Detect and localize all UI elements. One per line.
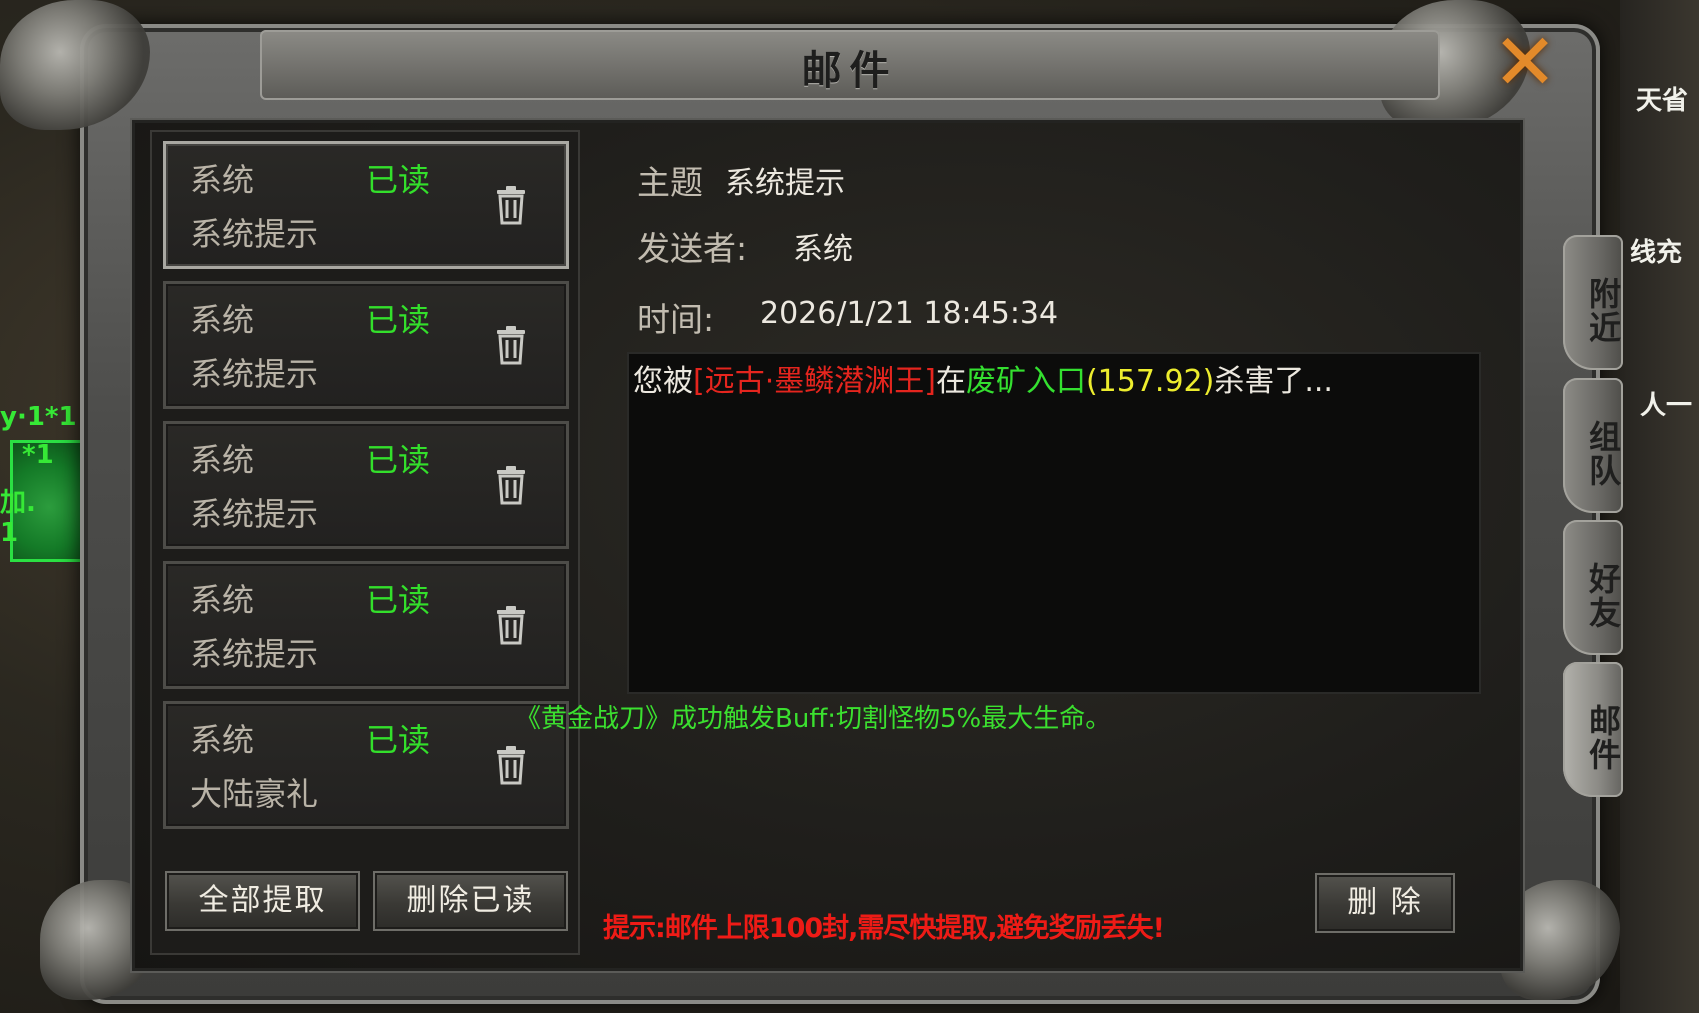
- trash-icon[interactable]: [494, 465, 528, 505]
- time-value: 2026/1/21 18:45:34: [760, 296, 1059, 331]
- hud-left-label-4: 1: [0, 518, 19, 548]
- mail-list-item[interactable]: 系统 已读 系统提示: [163, 281, 569, 409]
- mail-limit-hint: 提示:邮件上限100封,需尽快提取,避免奖励丢失!: [603, 913, 1165, 944]
- mail-read-status: 已读: [366, 301, 431, 339]
- hud-left-label-3: 加.: [0, 488, 36, 518]
- mail-subject: 大陆豪礼: [190, 775, 319, 813]
- hud-right-label-2: 线充: [1630, 238, 1683, 268]
- mail-sender: 系统: [190, 581, 255, 619]
- mail-list-item[interactable]: 系统 已读 系统提示: [163, 421, 569, 549]
- hud-left-label-1: y·1*1: [0, 402, 77, 432]
- mail-read-status: 已读: [366, 721, 431, 759]
- mail-sender: 系统: [190, 721, 255, 759]
- trash-icon[interactable]: [494, 325, 528, 365]
- message-suffix: 杀害了...: [1214, 364, 1333, 399]
- mail-body-message: 您被[远古·墨鳞潜渊王]在废矿入口(157.92)杀害了...: [633, 356, 1333, 400]
- mail-list-item[interactable]: 系统 已读 系统提示: [163, 141, 569, 269]
- hud-left-label-2: *1: [22, 440, 54, 470]
- tab-mail[interactable]: 邮件: [1563, 662, 1623, 797]
- mail-sender: 系统: [190, 441, 255, 479]
- message-mid: 在: [935, 364, 966, 399]
- trash-icon[interactable]: [494, 745, 528, 785]
- mail-subject: 系统提示: [190, 495, 319, 533]
- message-killer[interactable]: [远古·墨鳞潜渊王]: [693, 364, 936, 399]
- mail-sender: 系统: [190, 161, 255, 199]
- mail-body-box: [627, 352, 1481, 694]
- message-location[interactable]: 废矿入口: [966, 364, 1086, 399]
- close-icon[interactable]: ✕: [1490, 24, 1560, 102]
- message-prefix: 您被: [633, 364, 693, 399]
- buff-notice: 《黄金战刀》成功触发Buff:切割怪物5%最大生命。: [515, 704, 1112, 734]
- tab-friends[interactable]: 好友: [1563, 520, 1623, 655]
- subject-label: 主题: [637, 163, 703, 202]
- tab-nearby[interactable]: 附近: [1563, 235, 1623, 370]
- mail-subject: 系统提示: [190, 635, 319, 673]
- mail-subject: 系统提示: [190, 355, 319, 393]
- tab-team[interactable]: 组队: [1563, 378, 1623, 513]
- sender-label: 发送者:: [637, 229, 748, 268]
- mail-read-status: 已读: [366, 161, 431, 199]
- subject-value: 系统提示: [725, 166, 845, 201]
- mail-read-status: 已读: [366, 581, 431, 619]
- hud-right-label-3: 人一: [1640, 391, 1693, 421]
- message-coords[interactable]: (157.92): [1086, 364, 1214, 399]
- time-label: 时间:: [637, 300, 715, 339]
- sender-value: 系统: [793, 232, 853, 267]
- window-title: 邮件: [801, 47, 898, 94]
- mail-read-status: 已读: [366, 441, 431, 479]
- trash-icon[interactable]: [494, 605, 528, 645]
- hud-right-panel: [1620, 0, 1699, 1013]
- mail-sender: 系统: [190, 301, 255, 339]
- trash-icon[interactable]: [494, 185, 528, 225]
- mail-subject: 系统提示: [190, 215, 319, 253]
- claim-all-button[interactable]: 全部提取: [165, 871, 360, 931]
- delete-button[interactable]: 删 除: [1315, 873, 1455, 933]
- mail-list-item[interactable]: 系统 已读 大陆豪礼: [163, 701, 569, 829]
- delete-read-button[interactable]: 删除已读: [373, 871, 568, 931]
- mail-list-item[interactable]: 系统 已读 系统提示: [163, 561, 569, 689]
